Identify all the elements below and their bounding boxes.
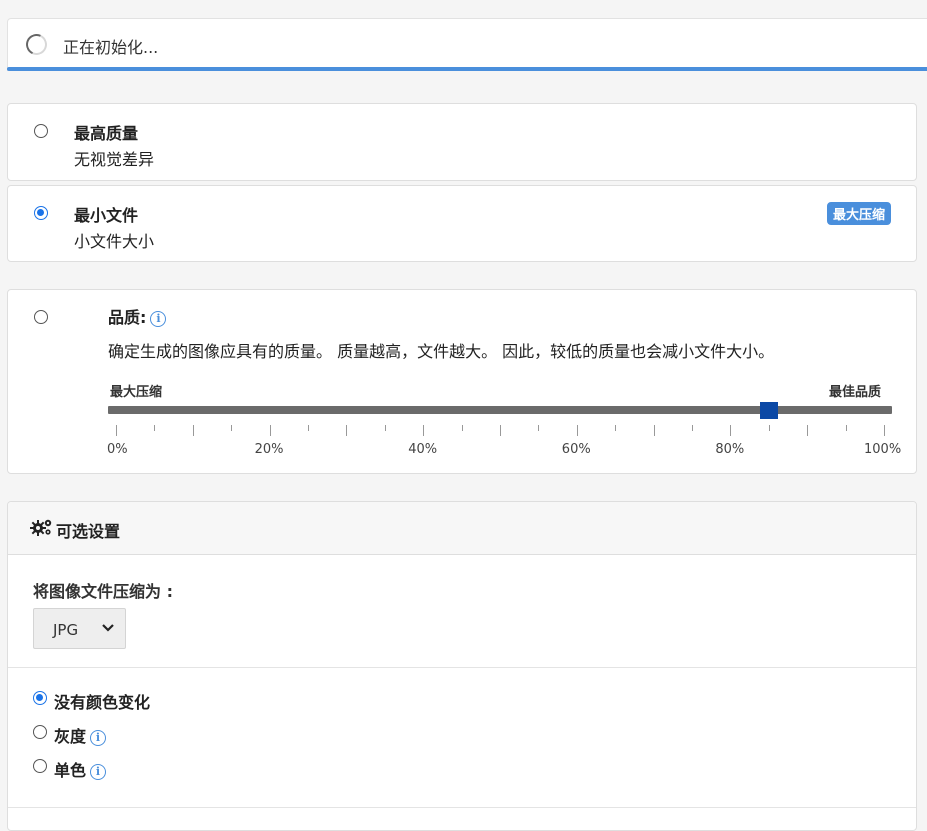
radio-quality[interactable] <box>34 310 48 324</box>
slider-tick <box>653 425 655 436</box>
radio-monochrome[interactable] <box>33 759 47 773</box>
slider-max-label: 最佳品质 <box>829 385 882 400</box>
slider-tick <box>269 425 271 436</box>
option-subtitle: 无视觉差异 <box>74 150 155 169</box>
slider-tick <box>308 425 309 431</box>
option-title: 最高质量 <box>74 124 139 143</box>
color-option-label: 单色 <box>54 761 87 780</box>
slider-tick-label: 20% <box>254 442 284 457</box>
color-option-monochrome[interactable]: 单色 i <box>33 757 107 781</box>
slider-tick-label: 100% <box>864 442 902 457</box>
slider-tick-label: 40% <box>408 442 438 457</box>
option-title: 最小文件 <box>74 206 139 225</box>
color-option-grayscale[interactable]: 灰度 i <box>33 723 107 747</box>
initialization-bar: 正在初始化... <box>7 18 927 71</box>
quality-label: 品质: i <box>108 304 167 328</box>
status-text: 正在初始化... <box>63 38 159 57</box>
slider-tick-label: 0% <box>107 442 128 457</box>
slider-tick <box>730 425 732 436</box>
radio-best-quality[interactable] <box>34 124 48 138</box>
quality-slider-thumb[interactable] <box>759 402 778 419</box>
slider-tick-label: 80% <box>715 442 745 457</box>
gears-icon <box>30 519 52 536</box>
slider-tick <box>154 425 156 431</box>
radio-no-color-change[interactable] <box>33 691 47 705</box>
section-divider <box>8 667 916 668</box>
optional-settings-panel: 可选设置 将图像文件压缩为 : JPG 没有颜色变化 灰度 i 单色 i <box>7 501 917 831</box>
progress-underline <box>7 67 927 71</box>
max-compression-badge: 最大压缩 <box>826 202 891 225</box>
option-subtitle: 小文件大小 <box>74 232 155 251</box>
slider-min-label: 最大压缩 <box>110 385 163 400</box>
compress-format-label: 将图像文件压缩为 : <box>33 582 173 601</box>
slider-tick <box>384 425 386 431</box>
quality-label-text: 品质: <box>108 308 147 327</box>
slider-tick <box>538 425 540 431</box>
slider-tick <box>768 425 770 431</box>
color-option-label: 没有颜色变化 <box>54 693 151 712</box>
slider-tick <box>807 425 809 436</box>
optional-settings-header: 可选设置 <box>8 502 916 555</box>
chevron-down-icon <box>102 624 114 632</box>
quality-option[interactable]: 品质: i 确定生成的图像应具有的质量。 质量越高，文件越大。 因此，较低的质量也… <box>7 289 917 474</box>
slider-tick <box>116 425 117 436</box>
optional-settings-title: 可选设置 <box>56 522 121 541</box>
slider-tick <box>845 425 847 431</box>
radio-grayscale[interactable] <box>33 725 47 739</box>
slider-tick <box>423 425 425 436</box>
slider-tick <box>192 425 194 436</box>
slider-tick <box>500 425 501 436</box>
color-option-label: 灰度 <box>54 727 87 746</box>
info-icon[interactable]: i <box>150 311 167 327</box>
mode-option-best-quality[interactable]: 最高质量 无视觉差异 <box>7 103 917 181</box>
slider-tick <box>576 425 578 436</box>
mode-option-smallest-file[interactable]: 最小文件 小文件大小 最大压缩 <box>7 185 917 262</box>
format-select-value: JPG <box>53 621 79 639</box>
color-option-no-change[interactable]: 没有颜色变化 <box>33 689 150 713</box>
slider-tick <box>231 425 233 431</box>
loading-spinner-icon <box>23 31 50 58</box>
slider-tick <box>884 425 885 436</box>
section-divider <box>8 807 916 808</box>
slider-tick <box>346 425 348 436</box>
info-icon[interactable]: i <box>90 730 107 746</box>
slider-tick <box>615 425 617 431</box>
format-select[interactable]: JPG <box>33 608 126 649</box>
slider-tick-label: 60% <box>561 442 591 457</box>
slider-tick <box>692 425 693 431</box>
quality-description: 确定生成的图像应具有的质量。 质量越高，文件越大。 因此，较低的质量也会减小文件… <box>108 342 775 361</box>
radio-smallest-file[interactable] <box>34 206 48 220</box>
info-icon[interactable]: i <box>90 764 107 780</box>
slider-tick <box>461 425 463 431</box>
